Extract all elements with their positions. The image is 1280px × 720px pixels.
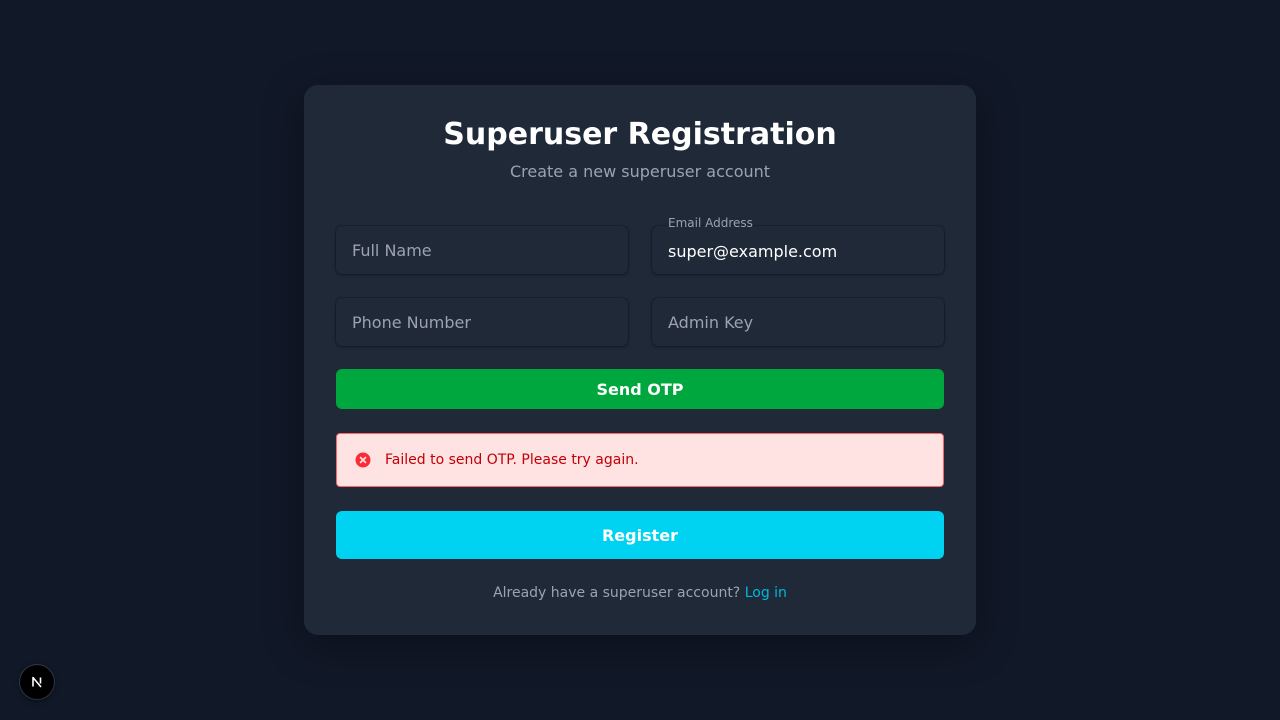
full-name-input[interactable]	[336, 226, 628, 274]
error-message: Failed to send OTP. Please try again.	[385, 452, 639, 468]
page-subtitle: Create a new superuser account	[509, 162, 771, 181]
login-prompt-text: Already have a superuser account?	[493, 585, 741, 601]
page-title: Superuser Registration	[443, 117, 837, 152]
full-name-field	[336, 226, 628, 274]
admin-key-field	[652, 298, 944, 346]
phone-field	[336, 298, 628, 346]
admin-key-input[interactable]	[652, 298, 944, 346]
phone-input[interactable]	[336, 298, 628, 346]
nextjs-logo-icon	[32, 676, 42, 688]
login-link[interactable]: Log in	[745, 585, 787, 601]
registration-card: Superuser Registration Create a new supe…	[304, 85, 976, 635]
error-alert: Failed to send OTP. Please try again.	[336, 433, 944, 487]
email-input[interactable]	[652, 226, 944, 274]
x-circle-icon	[355, 452, 371, 468]
send-otp-button[interactable]: Send OTP	[336, 369, 944, 409]
nextjs-dev-badge[interactable]	[20, 665, 54, 699]
email-field: Email Address	[652, 216, 944, 274]
register-button[interactable]: Register	[336, 511, 944, 559]
login-prompt: Already have a superuser account? Log in	[304, 584, 976, 602]
